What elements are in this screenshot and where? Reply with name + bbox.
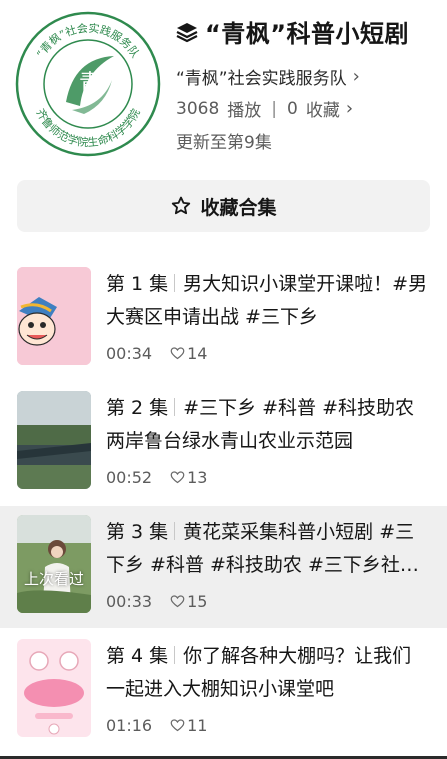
collection-header: “青枫”社会实践服务队 齐鲁师范学院生命科学学院 青 “青枫”科普小短剧 “青枫… (0, 0, 447, 170)
episode-title-block: 第 3 集黄花菜采集科普小短剧 #三下乡 #科普 #科技助农 #三下乡社会实践 (106, 516, 428, 582)
favorite-count: 0 (287, 98, 298, 119)
episode-likes: 11 (187, 716, 208, 735)
episode-thumbnail (17, 391, 91, 489)
episode-title-block: 第 4 集你了解各种大棚吗？让我们一起进入大棚知识小课堂吧 (106, 640, 428, 706)
stats-divider: | (271, 98, 277, 119)
collect-collection-button[interactable]: 收藏合集 (17, 180, 430, 232)
star-icon (172, 196, 191, 215)
cartoon-cover-image (17, 639, 91, 737)
episode-meta: 00:33 15 (106, 592, 207, 611)
episode-info: 第 4 集你了解各种大棚吗？让我们一起进入大棚知识小课堂吧 (106, 640, 428, 706)
episode-title-block: 第 2 集 #三下乡 #科普 #科技助农 两岸鲁台绿水青山农业示范园 (106, 392, 428, 458)
episode-thumbnail: 上次看过 (17, 515, 91, 613)
favorite-count-label: 收藏 (305, 101, 340, 121)
title-divider (174, 398, 176, 416)
episode-likes: 13 (187, 468, 208, 487)
team-logo: “青枫”社会实践服务队 齐鲁师范学院生命科学学院 青 (15, 11, 161, 157)
title-divider (174, 522, 176, 540)
heart-icon (170, 595, 185, 608)
episode-duration: 00:34 (106, 344, 153, 363)
chevron-right-icon: › (345, 98, 354, 119)
collection-title-row: “青枫”科普小短剧 (175, 14, 409, 49)
episode-meta: 00:34 14 (106, 344, 207, 363)
cartoon-character-image (17, 267, 91, 365)
episode-duration: 01:16 (106, 716, 153, 735)
collection-title: “青枫”科普小短剧 (205, 20, 410, 48)
team-link[interactable]: “青枫”社会实践服务队 › (176, 64, 360, 89)
title-divider (174, 646, 176, 664)
team-name: “青枫”社会实践服务队 (176, 69, 347, 89)
collect-button-label: 收藏合集 (200, 196, 277, 219)
episode-number: 第 3 集 (106, 521, 169, 543)
chevron-right-icon: › (352, 66, 360, 87)
episode-info: 第 1 集男大知识小课堂开课啦！#男大赛区申请出战 #三下乡 (106, 268, 428, 334)
layers-icon (176, 22, 198, 42)
episode-likes: 15 (187, 592, 208, 611)
episode-number: 第 2 集 (106, 397, 169, 419)
episode-thumbnail (17, 267, 91, 365)
update-status: 更新至第9集 (176, 133, 272, 153)
episode-item[interactable]: 上次看过 第 3 集黄花菜采集科普小短剧 #三下乡 #科普 #科技助农 #三下乡… (0, 506, 447, 628)
episode-info: 第 2 集 #三下乡 #科普 #科技助农 两岸鲁台绿水青山农业示范园 (106, 392, 428, 458)
greenhouse-aerial-image (17, 391, 91, 489)
title-divider (174, 274, 176, 292)
episode-title-block: 第 1 集男大知识小课堂开课啦！#男大赛区申请出战 #三下乡 (106, 268, 428, 334)
episode-number: 第 4 集 (106, 645, 169, 667)
episode-number: 第 1 集 (106, 273, 169, 295)
heart-icon (170, 347, 185, 360)
episode-duration: 00:33 (106, 592, 153, 611)
episode-info: 第 3 集黄花菜采集科普小短剧 #三下乡 #科普 #科技助农 #三下乡社会实践 (106, 516, 428, 582)
episode-item[interactable]: 第 2 集 #三下乡 #科普 #科技助农 两岸鲁台绿水青山农业示范园 00:52 … (0, 382, 447, 504)
play-count: 3068 (176, 98, 220, 119)
episode-item[interactable]: 第 1 集男大知识小课堂开课啦！#男大赛区申请出战 #三下乡 00:34 14 (0, 258, 447, 380)
episode-meta: 01:16 11 (106, 716, 207, 735)
episode-item[interactable]: 第 4 集你了解各种大棚吗？让我们一起进入大棚知识小课堂吧 01:16 11 (0, 630, 447, 752)
heart-icon (170, 471, 185, 484)
stats-link[interactable]: 3068 播放 | 0 收藏 › (176, 96, 353, 121)
play-count-label: 播放 (227, 101, 262, 121)
logo-character: 青 (79, 71, 101, 96)
episode-duration: 00:52 (106, 468, 153, 487)
episode-meta: 00:52 13 (106, 468, 207, 487)
last-watched-label: 上次看过 (23, 570, 84, 588)
episode-likes: 14 (187, 344, 208, 363)
heart-icon (170, 719, 185, 732)
field-person-image (17, 515, 91, 613)
episode-thumbnail (17, 639, 91, 737)
